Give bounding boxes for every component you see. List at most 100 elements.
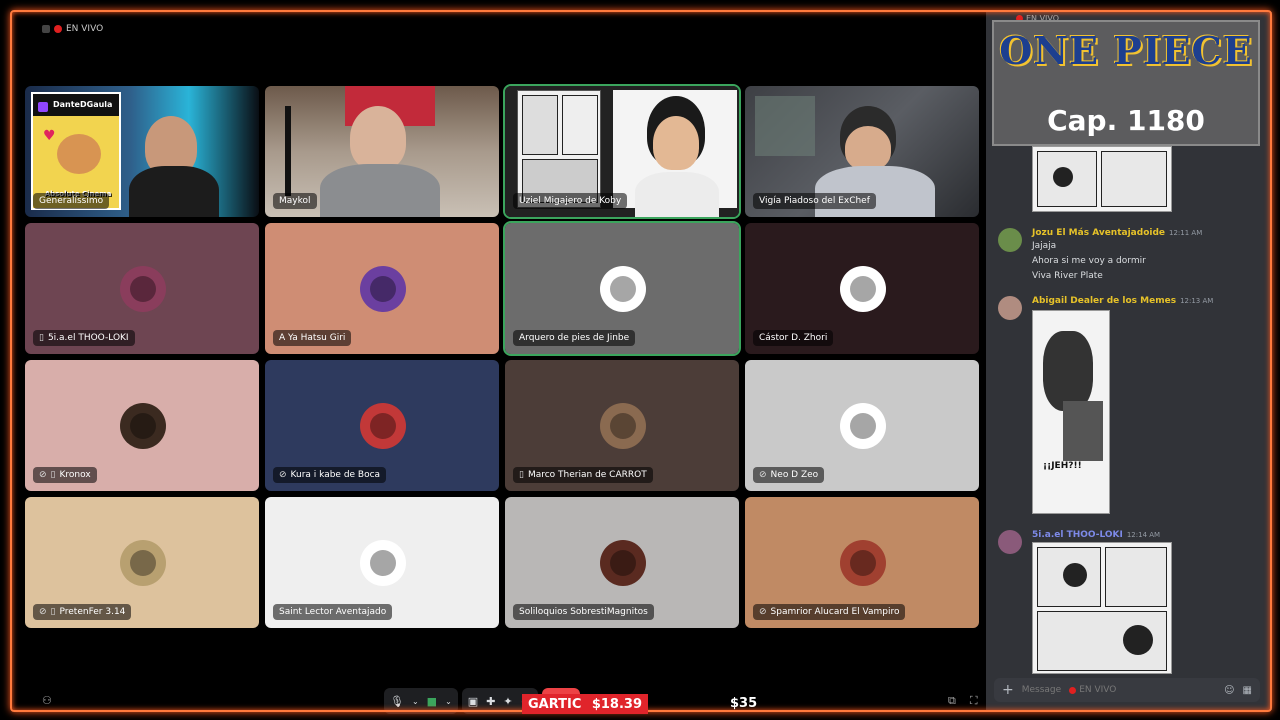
mic-muted-icon: ⊘ bbox=[39, 470, 47, 480]
chat-input[interactable]: + Message EN VIVO ☺ ▦ bbox=[994, 678, 1260, 702]
video-tile[interactable]: Maykol bbox=[265, 86, 499, 217]
participant-tile[interactable]: Arquero de pies de Jinbe bbox=[503, 221, 741, 356]
one-piece-banner: ONE PIECE Cap. 1180 bbox=[992, 20, 1260, 146]
participant-name: ⊘ Spamrior Alucard El Vampiro bbox=[753, 604, 906, 620]
avatar bbox=[360, 266, 406, 312]
manga-ink bbox=[1043, 331, 1093, 411]
manga-ink bbox=[1063, 563, 1087, 587]
participant-name: Vigía Piadoso del ExChef bbox=[753, 193, 876, 209]
screen-share-icon[interactable]: ▣ bbox=[468, 695, 478, 708]
participant-tile[interactable]: ▯ Marco Therian de CARROT bbox=[505, 360, 739, 491]
emoji-icon[interactable]: ☺ bbox=[1224, 685, 1234, 696]
participant-label: A Ya Hatsu Giri bbox=[279, 333, 346, 343]
participant-tile[interactable]: ⊘ Neo D Zeo bbox=[745, 360, 979, 491]
manga-caption: ¡¡JEH?!! bbox=[1043, 461, 1082, 471]
person-body bbox=[815, 166, 935, 217]
participant-label: Kronox bbox=[59, 470, 91, 480]
live-dot-icon bbox=[1069, 686, 1077, 694]
chevron-down-icon[interactable]: ⌄ bbox=[445, 697, 452, 706]
add-attachment-icon[interactable]: + bbox=[1002, 682, 1014, 698]
manga-panel bbox=[522, 95, 558, 155]
mic-muted-icon: ⊘ bbox=[279, 470, 287, 480]
live-dot-icon bbox=[54, 25, 62, 33]
hamster-image bbox=[57, 134, 101, 174]
participant-tile[interactable]: ⊘ Spamrior Alucard El Vampiro bbox=[745, 497, 979, 628]
avatar-art bbox=[850, 276, 876, 302]
message-text: Ahora si me voy a dormir bbox=[1032, 256, 1146, 266]
avatar bbox=[360, 540, 406, 586]
avatar-art bbox=[130, 413, 156, 439]
donation-ticker: GARTIC $18.39 bbox=[522, 694, 648, 714]
ticker-name: GARTIC bbox=[528, 696, 582, 712]
participant-name: Maykol bbox=[273, 193, 317, 209]
mobile-icon: ▯ bbox=[50, 470, 56, 480]
message-author[interactable]: Jozu El Más Aventajadoide 12:11 AM bbox=[1032, 228, 1202, 238]
manga-page bbox=[517, 90, 601, 208]
mic-group: 🎙︎ ⌄ ■ ⌄ bbox=[384, 688, 458, 714]
avatar-art bbox=[610, 413, 636, 439]
avatar[interactable] bbox=[998, 530, 1022, 554]
live-indicator: EN VIVO bbox=[42, 24, 103, 34]
microphone-icon[interactable]: 🎙︎ bbox=[390, 695, 404, 708]
popout-icon[interactable]: ⧉ bbox=[948, 694, 956, 708]
participant-tile[interactable]: ⊘ ▯ PretenFer 3.14 bbox=[25, 497, 259, 628]
avatar-art bbox=[130, 550, 156, 576]
participant-tile[interactable]: Cástor D. Zhori bbox=[745, 223, 979, 354]
chat-image[interactable] bbox=[1032, 146, 1172, 212]
voice-call-area: EN VIVO DanteDGaula ♥ Absolute Cinema Ge… bbox=[12, 12, 984, 714]
avatar bbox=[840, 403, 886, 449]
ticker-price-secondary: $35 bbox=[730, 696, 758, 711]
camera-icon[interactable]: ■ bbox=[427, 695, 437, 708]
soundboard-icon[interactable]: ✦ bbox=[503, 695, 512, 708]
participant-label: Saint Lector Aventajado bbox=[279, 607, 387, 617]
avatar-art bbox=[610, 550, 636, 576]
participant-tile[interactable]: Saint Lector Aventajado bbox=[265, 497, 499, 628]
participant-tile[interactable]: ⊘ Kura i kabe de Boca bbox=[265, 360, 499, 491]
avatar[interactable] bbox=[998, 228, 1022, 252]
chevron-down-icon[interactable]: ⌄ bbox=[412, 697, 419, 706]
background-shelf bbox=[755, 96, 815, 156]
participant-name: Generalíssimo bbox=[33, 193, 110, 209]
message-author[interactable]: 5i.a.el THOO-LOKI 12:14 AM bbox=[1032, 530, 1160, 540]
participants-icon[interactable]: ⚇ bbox=[42, 694, 52, 707]
apps-icon[interactable]: ▦ bbox=[1243, 685, 1252, 696]
stream-frame: EN VIVO DanteDGaula ♥ Absolute Cinema Ge… bbox=[0, 0, 1280, 720]
avatar-art bbox=[610, 276, 636, 302]
participant-tile[interactable]: A Ya Hatsu Giri bbox=[265, 223, 499, 354]
avatar bbox=[600, 403, 646, 449]
manga-ink bbox=[1063, 401, 1103, 461]
participant-name: Arquero de pies de Jinbe bbox=[513, 330, 636, 346]
mic-arm bbox=[285, 106, 291, 196]
participant-label: Soliloquios SobrestiMagnitos bbox=[519, 607, 648, 617]
video-tile[interactable]: Vigía Piadoso del ExChef bbox=[745, 86, 979, 217]
participant-name: Cástor D. Zhori bbox=[753, 330, 834, 346]
video-tile[interactable]: DanteDGaula ♥ Absolute Cinema Generalíss… bbox=[25, 86, 259, 217]
avatar bbox=[600, 540, 646, 586]
avatar-art bbox=[850, 413, 876, 439]
twitch-icon bbox=[38, 102, 48, 112]
participant-tile[interactable]: ⊘ ▯ Kronox bbox=[25, 360, 259, 491]
person-face bbox=[653, 116, 699, 170]
speaker-icon bbox=[42, 25, 50, 33]
participant-label: Arquero de pies de Jinbe bbox=[519, 333, 630, 343]
person-body bbox=[129, 166, 219, 217]
participant-name: ▯ Marco Therian de CARROT bbox=[513, 467, 653, 483]
video-tile[interactable]: Uziel Migajero de Koby bbox=[503, 84, 741, 219]
chat-image[interactable] bbox=[1032, 542, 1172, 674]
activities-icon[interactable]: ✚ bbox=[486, 695, 495, 708]
participant-tile[interactable]: ▯ 5i.a.el THOO-LOKI bbox=[25, 223, 259, 354]
fullscreen-icon[interactable]: ⛶ bbox=[970, 694, 978, 708]
manga-ink bbox=[1123, 625, 1153, 655]
avatar bbox=[600, 266, 646, 312]
avatar-art bbox=[370, 413, 396, 439]
chapter-label: Cap. 1180 bbox=[1047, 104, 1205, 137]
avatar bbox=[840, 266, 886, 312]
message-author[interactable]: Abigail Dealer de los Memes 12:13 AM bbox=[1032, 296, 1213, 306]
participant-label: PretenFer 3.14 bbox=[59, 607, 126, 617]
avatar[interactable] bbox=[998, 296, 1022, 320]
chat-image[interactable]: ¡¡JEH?!! bbox=[1032, 310, 1110, 514]
participant-label: Kura i kabe de Boca bbox=[290, 470, 381, 480]
ticker-price: $18.39 bbox=[591, 696, 642, 712]
participant-tile[interactable]: Soliloquios SobrestiMagnitos bbox=[505, 497, 739, 628]
manga-ink bbox=[1053, 167, 1073, 187]
